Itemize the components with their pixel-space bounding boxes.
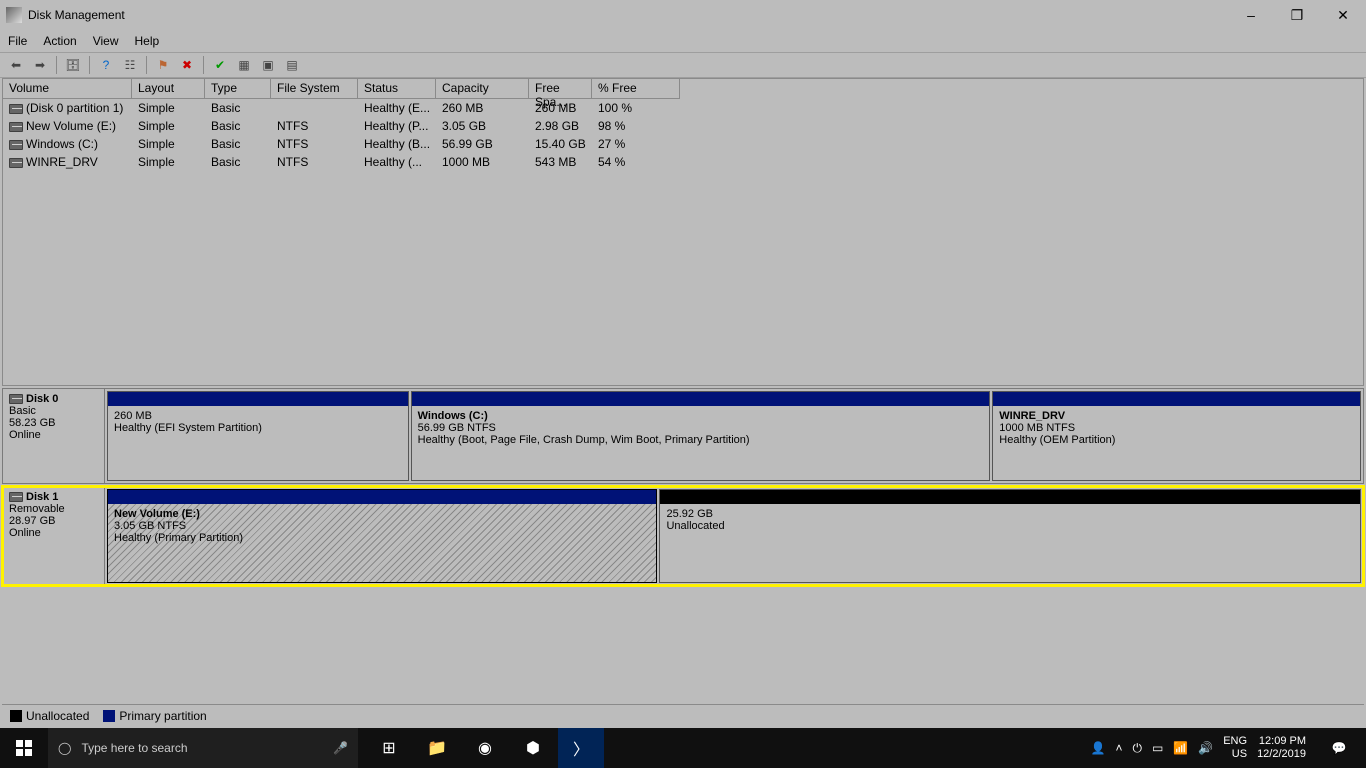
separator bbox=[56, 56, 57, 74]
notifications-button[interactable]: 💬 bbox=[1316, 728, 1362, 768]
drive-icon bbox=[9, 104, 23, 114]
volume-list[interactable]: Volume Layout Type File System Status Ca… bbox=[2, 78, 1364, 386]
drive-icon bbox=[9, 140, 23, 150]
partition-status: Healthy (OEM Partition) bbox=[999, 434, 1115, 446]
action-button[interactable]: ⚑ bbox=[153, 55, 173, 75]
partition-size: 3.05 GB NTFS bbox=[114, 520, 186, 532]
title-bar: Disk Management – ❐ ✕ bbox=[0, 0, 1366, 30]
drive-icon bbox=[9, 158, 23, 168]
partition-status: Healthy (EFI System Partition) bbox=[114, 422, 262, 434]
search-placeholder: Type here to search bbox=[81, 741, 187, 755]
system-tray: 👤 ˄ ⏻ ▭ 📶 🔊 ENGUS 12:09 PM12/2/2019 💬 bbox=[1091, 728, 1366, 768]
disk-label: Disk 1Removable28.97 GBOnline bbox=[3, 487, 105, 585]
separator bbox=[146, 56, 147, 74]
menu-action[interactable]: Action bbox=[43, 34, 76, 48]
wifi-icon[interactable]: 📶 bbox=[1173, 741, 1188, 755]
menu-bar: File Action View Help bbox=[0, 30, 1366, 52]
col-type[interactable]: Type bbox=[205, 79, 271, 99]
volume-row[interactable]: WINRE_DRVSimpleBasicNTFSHealthy (...1000… bbox=[3, 153, 1363, 171]
volume-row[interactable]: New Volume (E:)SimpleBasicNTFSHealthy (P… bbox=[3, 117, 1363, 135]
partition-status: Unallocated bbox=[666, 520, 724, 532]
menu-view[interactable]: View bbox=[93, 34, 119, 48]
unallocated-space[interactable]: 25.92 GBUnallocated bbox=[659, 489, 1361, 583]
partition[interactable]: Windows (C:)56.99 GB NTFSHealthy (Boot, … bbox=[411, 391, 991, 481]
graphical-view: Disk 0Basic58.23 GBOnline260 MBHealthy (… bbox=[2, 388, 1364, 586]
partition-size: 56.99 GB NTFS bbox=[418, 422, 496, 434]
refresh-button[interactable]: ✔ bbox=[210, 55, 230, 75]
tray-chevron-icon[interactable]: ˄ bbox=[1115, 741, 1122, 755]
legend: Unallocated Primary partition bbox=[2, 704, 1364, 726]
col-status[interactable]: Status bbox=[358, 79, 436, 99]
partition-title: Windows (C:) bbox=[418, 410, 488, 422]
drive-icon bbox=[9, 122, 23, 132]
app-title: Disk Management bbox=[28, 8, 125, 22]
disk-row-0[interactable]: Disk 0Basic58.23 GBOnline260 MBHealthy (… bbox=[2, 388, 1364, 484]
menu-help[interactable]: Help bbox=[135, 34, 160, 48]
partition-status: Healthy (Primary Partition) bbox=[114, 532, 243, 544]
back-button[interactable]: ⬅ bbox=[6, 55, 26, 75]
col-capacity[interactable]: Capacity bbox=[436, 79, 529, 99]
mic-icon[interactable]: 🎤 bbox=[333, 741, 348, 755]
people-icon[interactable]: 👤 bbox=[1091, 741, 1106, 755]
volume-row[interactable]: (Disk 0 partition 1)SimpleBasicHealthy (… bbox=[3, 99, 1363, 117]
partition-status: Healthy (Boot, Page File, Crash Dump, Wi… bbox=[418, 434, 750, 446]
legend-item: Unallocated bbox=[10, 709, 89, 723]
col-pctfree[interactable]: % Free bbox=[592, 79, 680, 99]
partition-size: 260 MB bbox=[114, 410, 152, 422]
separator bbox=[203, 56, 204, 74]
rescan-button[interactable]: ▦ bbox=[234, 55, 254, 75]
volume-list-header[interactable]: Volume Layout Type File System Status Ca… bbox=[3, 79, 1363, 99]
taskbar-explorer[interactable]: 📁 bbox=[414, 728, 460, 768]
start-button[interactable] bbox=[0, 728, 48, 768]
task-view-button[interactable]: ⊞ bbox=[366, 728, 412, 768]
partition-size: 25.92 GB bbox=[666, 508, 712, 520]
partition-size: 1000 MB NTFS bbox=[999, 422, 1075, 434]
partition-title: WINRE_DRV bbox=[999, 410, 1065, 422]
minimize-button[interactable]: – bbox=[1228, 0, 1274, 30]
partition[interactable]: New Volume (E:)3.05 GB NTFSHealthy (Prim… bbox=[107, 489, 657, 583]
volume-row[interactable]: Windows (C:)SimpleBasicNTFSHealthy (B...… bbox=[3, 135, 1363, 153]
attach-button[interactable]: ▣ bbox=[258, 55, 278, 75]
disk-row-1[interactable]: Disk 1Removable28.97 GBOnlineNew Volume … bbox=[2, 486, 1364, 586]
taskbar: ◯ Type here to search 🎤 ⊞ 📁 ◉ ⬢ 〉 👤 ˄ ⏻ … bbox=[0, 728, 1366, 768]
partition-title: New Volume (E:) bbox=[114, 508, 200, 520]
properties-button[interactable]: 🗄 bbox=[63, 55, 83, 75]
options-button[interactable]: ☷ bbox=[120, 55, 140, 75]
detach-button[interactable]: ▤ bbox=[282, 55, 302, 75]
search-box[interactable]: ◯ Type here to search 🎤 bbox=[48, 728, 358, 768]
diskmgmt-icon bbox=[6, 7, 22, 23]
col-volume[interactable]: Volume bbox=[3, 79, 132, 99]
col-freespace[interactable]: Free Spa... bbox=[529, 79, 592, 99]
cortana-icon: ◯ bbox=[58, 741, 71, 755]
battery-icon[interactable]: ▭ bbox=[1152, 741, 1163, 755]
taskbar-powershell[interactable]: 〉 bbox=[558, 728, 604, 768]
clock[interactable]: 12:09 PM12/2/2019 bbox=[1257, 735, 1306, 761]
help-button[interactable]: ? bbox=[96, 55, 116, 75]
close-button[interactable]: ✕ bbox=[1320, 0, 1366, 30]
partition[interactable]: 260 MBHealthy (EFI System Partition) bbox=[107, 391, 409, 481]
partition[interactable]: WINRE_DRV1000 MB NTFSHealthy (OEM Partit… bbox=[992, 391, 1361, 481]
language-indicator[interactable]: ENGUS bbox=[1223, 735, 1247, 761]
drive-icon bbox=[9, 394, 23, 404]
col-layout[interactable]: Layout bbox=[132, 79, 205, 99]
drive-icon bbox=[9, 492, 23, 502]
maximize-button[interactable]: ❐ bbox=[1274, 0, 1320, 30]
taskbar-chrome[interactable]: ◉ bbox=[462, 728, 508, 768]
legend-item: Primary partition bbox=[103, 709, 206, 723]
tray-status-icon[interactable]: ⏻ bbox=[1132, 741, 1142, 756]
taskbar-app[interactable]: ⬢ bbox=[510, 728, 556, 768]
disk-label: Disk 0Basic58.23 GBOnline bbox=[3, 389, 105, 483]
forward-button[interactable]: ➡ bbox=[30, 55, 50, 75]
delete-button[interactable]: ✖ bbox=[177, 55, 197, 75]
toolbar: ⬅ ➡ 🗄 ? ☷ ⚑ ✖ ✔ ▦ ▣ ▤ bbox=[0, 52, 1366, 78]
separator bbox=[89, 56, 90, 74]
col-filesystem[interactable]: File System bbox=[271, 79, 358, 99]
volume-icon[interactable]: 🔊 bbox=[1198, 741, 1213, 755]
menu-file[interactable]: File bbox=[8, 34, 27, 48]
